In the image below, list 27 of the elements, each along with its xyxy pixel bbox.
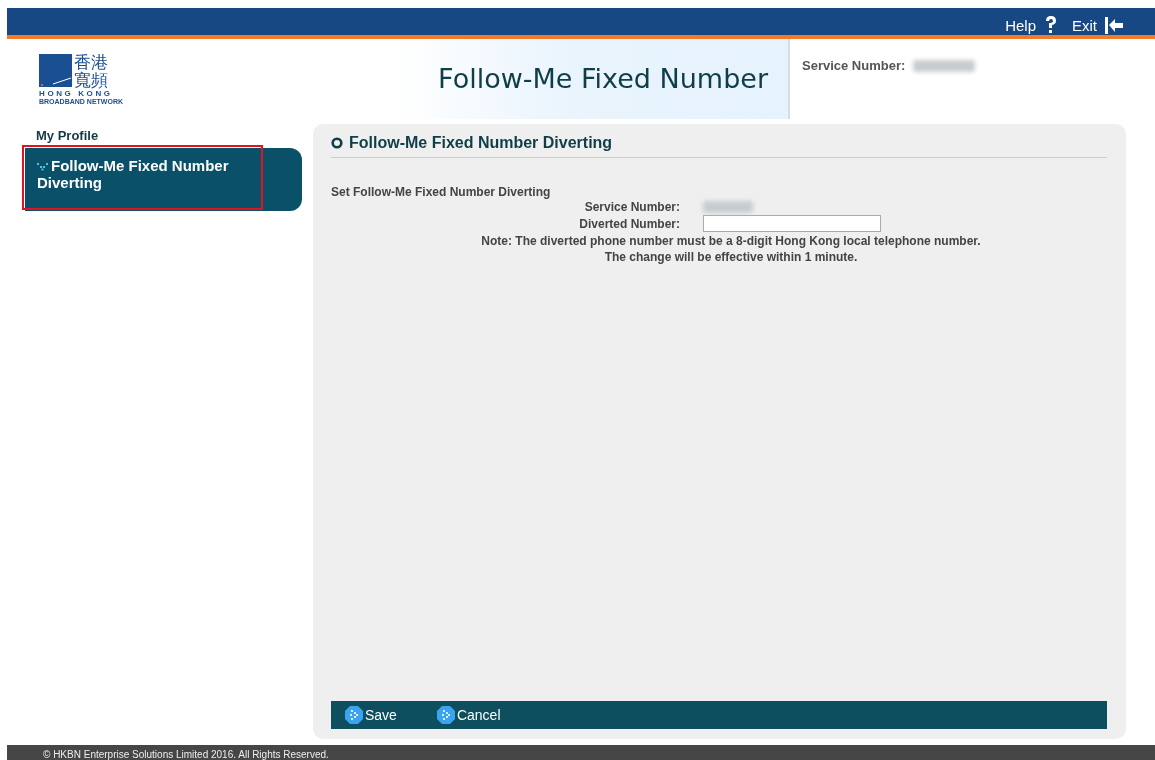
- cancel-button[interactable]: Cancel: [436, 706, 501, 725]
- arrow-icon: [436, 706, 455, 725]
- question-mark-icon: [1044, 15, 1058, 34]
- diverted-number-field[interactable]: [703, 215, 881, 233]
- arrow-icon: [345, 706, 363, 725]
- sidebar-item[interactable]: Follow-Me Fixed Number Diverting: [25, 148, 302, 212]
- sidebar-heading: My Profile: [35, 128, 100, 144]
- logo-mark-icon: [39, 54, 72, 88]
- exit-link[interactable]: Exit: [1072, 16, 1123, 35]
- form-subtitle: Set Follow-Me Fixed Number Diverting: [331, 185, 552, 200]
- help-link[interactable]: Help: [1005, 15, 1058, 35]
- exit-arrow-icon: [1105, 16, 1123, 34]
- logo-text: 香港寬頻: [74, 52, 108, 89]
- logo-text: HONG KONG: [39, 88, 114, 98]
- field-label: Diverted Number:: [578, 216, 681, 231]
- page-title: Follow-Me Fixed Number: [438, 63, 768, 95]
- note-text: Note: The diverted phone number must be a 8-digit Hong Kong local telephone number.: [480, 233, 982, 250]
- panel-title: Follow-Me Fixed Number Diverting: [331, 134, 1107, 159]
- field-label: Service Number:: [583, 199, 681, 214]
- chevron-icon: [37, 162, 48, 172]
- service-number-label: Service Number:: [802, 58, 906, 74]
- redacted-value: [913, 59, 976, 72]
- note-text: The change will be effective within 1 minute.: [603, 249, 859, 266]
- copyright-text: © HKBN Enterprise Solutions Limited 2016. All Rights Reserved.: [43, 749, 329, 760]
- save-button[interactable]: Save: [345, 706, 397, 725]
- redacted-value: [703, 200, 753, 213]
- ring-icon: [331, 137, 343, 150]
